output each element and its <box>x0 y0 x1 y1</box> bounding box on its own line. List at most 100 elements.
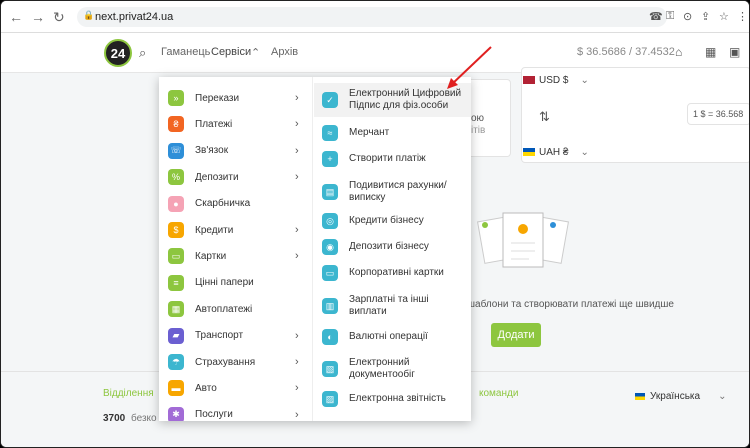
menu-item-left[interactable]: » Перекази › <box>159 85 313 111</box>
browser-toolbar: ← → ↻ 🔒 next.privat24.ua ☎ ⚿ ⊙ ⇪ ☆ ⋮ <box>1 1 749 33</box>
chevron-right-icon: › <box>295 356 299 368</box>
uah-label: UAH ₴ <box>539 146 569 158</box>
menu-item-label: Транспорт <box>195 330 244 342</box>
piggy-bank-icon: ● <box>168 195 184 212</box>
car-icon: ▬ <box>168 380 184 397</box>
menu-item-label: Створити платіж <box>349 153 426 164</box>
calendar-icon[interactable]: ▦ <box>705 45 716 59</box>
footer-free: безко <box>131 413 157 424</box>
reload-icon[interactable]: ↻ <box>53 9 65 26</box>
chevron-right-icon: › <box>295 92 299 104</box>
menu-item-left[interactable]: ☂ Страхування › <box>159 349 313 375</box>
templates-illustration <box>477 212 569 268</box>
chevron-right-icon: › <box>295 408 299 421</box>
phone-permission-icon[interactable]: ☎ <box>649 10 663 23</box>
menu-item-left[interactable]: ▰ Транспорт › <box>159 323 313 349</box>
menu-item-right[interactable]: ◎ Кредити бізнесу <box>314 209 471 233</box>
menu-item-left[interactable]: ▬ Авто › <box>159 375 313 401</box>
chevron-right-icon: › <box>295 144 299 157</box>
document-flow-icon: ▧ <box>322 361 338 377</box>
pin-icon[interactable]: ⊙ <box>683 10 692 23</box>
reporting-icon: ▨ <box>322 391 338 407</box>
usd-select[interactable]: USD $ ⌄ <box>523 69 593 91</box>
browser-window: ← → ↻ 🔒 next.privat24.ua ☎ ⚿ ⊙ ⇪ ☆ ⋮ 24 … <box>0 0 750 448</box>
menu-item-label: Автоплатежі <box>195 303 253 315</box>
browser-menu-icon[interactable]: ⋮ <box>737 10 748 23</box>
cart-icon[interactable]: ⌂ <box>675 45 682 59</box>
payment-icon: ₴ <box>168 116 184 133</box>
menu-item-left[interactable]: $ Кредити › <box>159 217 313 243</box>
menu-item-label: Кредити <box>195 224 234 236</box>
salary-icon: ▥ <box>322 298 338 314</box>
percent-icon: % <box>168 169 184 186</box>
add-template-button[interactable]: Додати <box>491 323 541 347</box>
key-icon[interactable]: ⚿ <box>666 10 674 23</box>
menu-item-right[interactable]: ▤ Подивитися рахунки/ виписку <box>314 177 471 207</box>
search-icon[interactable]: ⌕ <box>139 45 146 61</box>
chevron-right-icon: › <box>295 171 299 184</box>
back-icon[interactable]: ← <box>9 9 23 25</box>
privat24-logo[interactable]: 24 <box>104 39 132 67</box>
menu-item-left[interactable]: ▦ Автоплатежі <box>159 296 313 322</box>
menu-item-left[interactable]: % Депозити › <box>159 164 313 190</box>
nav-services[interactable]: Сервіси <box>211 46 251 58</box>
nav-wallet[interactable]: Гаманець <box>161 46 210 58</box>
footer-commands[interactable]: команди <box>479 388 518 399</box>
lock-icon: 🔒 <box>83 10 95 20</box>
business-deposit-icon: ◉ <box>322 239 338 255</box>
uah-select[interactable]: UAH ₴ ⌄ <box>523 141 593 163</box>
corporate-card-icon: ▭ <box>322 265 338 281</box>
menu-item-right[interactable]: ▧ Електронний документообіг <box>314 353 471 385</box>
checklist-icon[interactable]: ▣ <box>729 45 740 59</box>
umbrella-icon: ☂ <box>168 354 184 370</box>
chevron-up-icon[interactable]: ⌃ <box>251 46 260 59</box>
chevron-down-icon: ⌄ <box>580 74 589 86</box>
bg-card-text-2: ітів <box>471 125 486 136</box>
nav-archive[interactable]: Архів <box>271 46 298 58</box>
menu-item-label: Зарплатні та інші виплати <box>349 294 429 317</box>
chevron-right-icon: › <box>295 250 299 263</box>
menu-item-right[interactable]: ◉ Депозити бізнесу <box>314 235 471 259</box>
menu-item-right[interactable]: ◐ Валютні операції <box>314 325 471 349</box>
swap-icon[interactable]: ⇅ <box>539 109 550 125</box>
menu-item-left[interactable]: ≡ Цінні папери <box>159 270 313 296</box>
menu-item-label: Мерчант <box>349 127 390 138</box>
footer-branches[interactable]: Відділення <box>103 388 154 399</box>
url-text[interactable]: next.privat24.ua <box>95 11 173 23</box>
menu-item-label: Депозити бізнесу <box>349 241 429 252</box>
menu-item-label: Авто <box>195 382 217 394</box>
menu-item-label: Валютні операції <box>349 331 428 342</box>
rate-field-text: 1 $ = 36.568 <box>693 109 744 119</box>
merchant-icon: ≈ <box>322 125 338 141</box>
usd-label: USD $ <box>539 74 569 86</box>
menu-item-label: Подивитися рахунки/ виписку <box>349 180 447 203</box>
phone-icon: ☏ <box>168 142 184 159</box>
card-icon: ▭ <box>168 248 184 265</box>
ua-flag-icon <box>635 393 645 400</box>
menu-item-label: Картки <box>195 250 227 262</box>
bookmark-star-icon[interactable]: ☆ <box>719 10 729 23</box>
footer-phone: 3700 <box>103 413 126 424</box>
menu-item-right[interactable]: + Створити платіж <box>314 147 471 171</box>
templates-text: шаблони та створювати платежі ще швидше <box>467 299 674 310</box>
statement-icon: ▤ <box>322 184 338 200</box>
forward-icon[interactable]: → <box>31 9 45 25</box>
transfer-icon: » <box>168 90 184 106</box>
menu-item-left[interactable]: ₴ Платежі › <box>159 111 313 137</box>
menu-item-left[interactable]: ▭ Картки › <box>159 243 313 269</box>
menu-item-right[interactable]: ▭ Корпоративні картки <box>314 261 471 285</box>
chevron-right-icon: › <box>295 382 299 395</box>
plus-icon: + <box>322 151 338 167</box>
menu-item-left[interactable]: ☏ Зв'язок › <box>159 138 313 164</box>
menu-item-label: Послуги <box>195 409 233 421</box>
menu-item-label: Страхування <box>195 356 256 368</box>
menu-item-left[interactable]: ● Скарбничка <box>159 191 313 217</box>
menu-item-right[interactable]: ▥ Зарплатні та інші виплати <box>314 289 471 323</box>
share-icon[interactable]: ⇪ <box>701 10 710 23</box>
services-menu-left: » Перекази › ₴ Платежі › ☏ Зв'язок ›% Депозити › ● С… <box>159 77 313 421</box>
menu-item-label: Цінні папери <box>195 277 254 289</box>
menu-item-left[interactable]: ✱ Послуги › <box>159 402 313 421</box>
menu-item-right[interactable]: ▨ Електронна звітність <box>314 387 471 411</box>
menu-item-right[interactable]: ≈ Мерчант <box>314 121 471 145</box>
language-select[interactable]: Українська ⌄ <box>635 391 726 402</box>
